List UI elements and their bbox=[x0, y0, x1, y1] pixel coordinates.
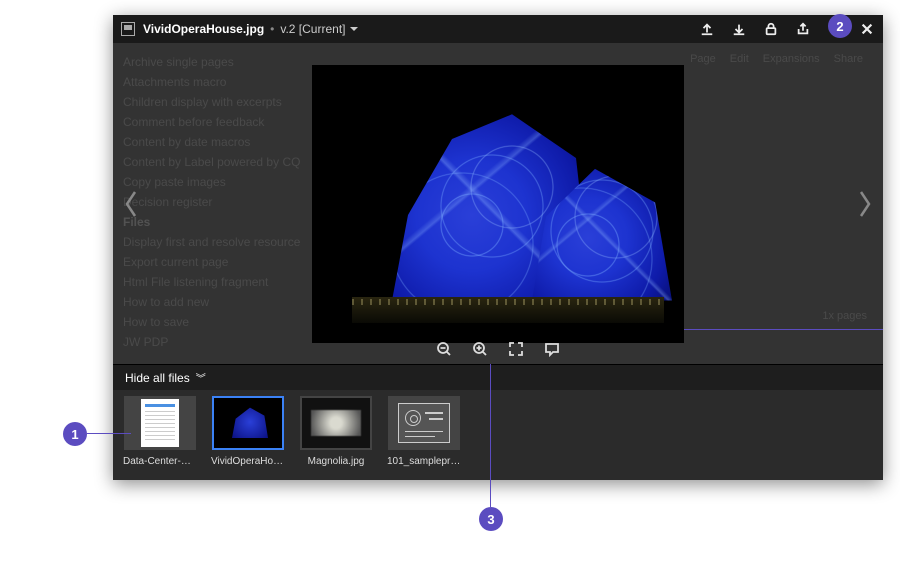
share-icon[interactable] bbox=[795, 21, 811, 37]
lock-icon[interactable] bbox=[763, 21, 779, 37]
presentation-thumb-icon bbox=[398, 403, 450, 443]
image-thumb-icon bbox=[214, 398, 282, 448]
title-separator: • bbox=[270, 22, 274, 36]
image-file-icon bbox=[121, 22, 135, 36]
image-thumb-icon bbox=[302, 398, 370, 448]
thumbnail-label: VividOperaHou… bbox=[211, 456, 285, 467]
zoom-in-icon[interactable] bbox=[471, 340, 489, 358]
upload-icon[interactable] bbox=[699, 21, 715, 37]
thumbnail-label: 101_samplepre… bbox=[387, 456, 461, 467]
annotation-callout-2: 2 bbox=[828, 14, 852, 38]
document-thumb-icon bbox=[141, 399, 179, 447]
thumbnail-strip: Data-Center-C… VividOperaHou… Magnolia.j… bbox=[113, 390, 883, 480]
thumbnail-item[interactable]: Data-Center-C… bbox=[123, 396, 197, 467]
annotation-line-3 bbox=[490, 364, 491, 507]
thumbnail-item[interactable]: VividOperaHou… bbox=[211, 396, 285, 467]
zoom-out-icon[interactable] bbox=[435, 340, 453, 358]
titlebar: VividOperaHouse.jpg • v.2 [Current] bbox=[113, 15, 883, 43]
chevron-down-icon[interactable] bbox=[350, 27, 358, 31]
fullscreen-icon[interactable] bbox=[507, 340, 525, 358]
files-toggle-label: Hide all files bbox=[125, 371, 190, 385]
close-icon[interactable] bbox=[859, 21, 875, 37]
download-icon[interactable] bbox=[731, 21, 747, 37]
version-dropdown-label[interactable]: v.2 [Current] bbox=[280, 22, 345, 36]
media-viewer: VividOperaHouse.jpg • v.2 [Current] bbox=[113, 15, 883, 480]
annotation-callout-1: 1 bbox=[63, 422, 87, 446]
preview-area: Archive single pages Attachments macro C… bbox=[113, 43, 883, 364]
thumbnail-label: Magnolia.jpg bbox=[299, 456, 373, 467]
image-toolbar bbox=[435, 340, 561, 358]
comment-icon[interactable] bbox=[543, 340, 561, 358]
background-page-content: Archive single pages Attachments macro C… bbox=[123, 53, 300, 353]
annotation-callout-3: 3 bbox=[479, 507, 503, 531]
annotation-line-1 bbox=[87, 433, 131, 434]
files-panel-toggle[interactable]: Hide all files ︾ bbox=[113, 364, 883, 390]
thumbnail-item[interactable]: 101_samplepre… bbox=[387, 396, 461, 467]
double-chevron-down-icon: ︾ bbox=[196, 370, 206, 385]
next-arrow[interactable] bbox=[853, 184, 877, 224]
thumbnail-label: Data-Center-C… bbox=[123, 456, 197, 467]
background-footer-label: 1x pages bbox=[822, 310, 867, 322]
file-name: VividOperaHouse.jpg bbox=[143, 22, 264, 36]
prev-arrow[interactable] bbox=[119, 184, 143, 224]
preview-image[interactable] bbox=[312, 65, 684, 343]
background-top-actions: Page Edit Expansions Share bbox=[690, 53, 863, 65]
thumbnail-item[interactable]: Magnolia.jpg bbox=[299, 396, 373, 467]
